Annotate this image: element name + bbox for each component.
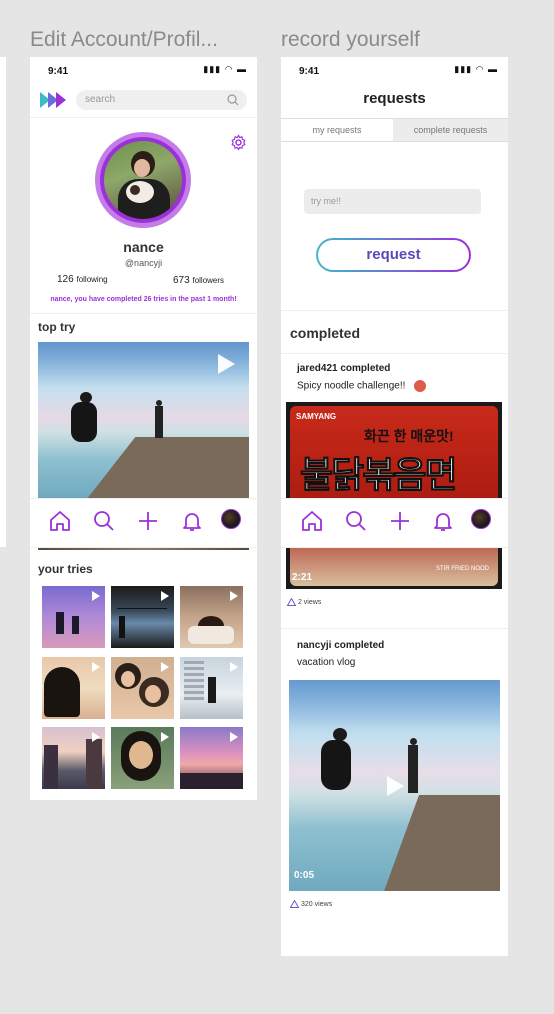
profile-header: search: [30, 85, 257, 118]
page-title: requests: [363, 90, 426, 107]
status-bar: 9:41 ▮▮▮ ◠ ▬: [30, 57, 257, 85]
frame-title-record: record yourself: [281, 28, 420, 51]
app-logo-icon[interactable]: [40, 92, 68, 108]
play-icon[interactable]: [218, 354, 235, 374]
video-duration: 0:05: [294, 870, 315, 881]
request-button-label: request: [318, 240, 469, 270]
plus-icon[interactable]: [136, 509, 160, 533]
completed-video[interactable]: 0:05: [289, 680, 500, 891]
hot-face-icon: [414, 380, 427, 392]
caption-text: Spicy noodle challenge!!: [297, 380, 406, 392]
profile-handle: @nancyji: [124, 258, 163, 268]
home-icon[interactable]: [48, 509, 72, 533]
package-side-text: STIR FRIED NOOD: [436, 566, 490, 572]
try-thumbnail[interactable]: [42, 657, 105, 719]
profile-screen: 9:41 ▮▮▮ ◠ ▬ search nance @nancyji 126 f…: [30, 57, 257, 800]
play-icon[interactable]: [230, 662, 238, 672]
completed-user-line: jared421 completed: [297, 363, 391, 374]
status-icons: ▮▮▮ ◠ ▬: [203, 64, 247, 74]
bell-icon[interactable]: [180, 509, 204, 533]
completed-heading: completed: [290, 325, 361, 341]
views-icon: [286, 597, 297, 606]
bell-icon[interactable]: [431, 509, 455, 533]
following-label: following: [76, 275, 108, 284]
completed-caption: vacation vlog: [297, 657, 356, 668]
package-top-text: 화끈 한 매운맛!: [364, 428, 454, 444]
your-tries-heading: your tries: [38, 562, 93, 576]
play-icon[interactable]: [92, 591, 100, 601]
bottom-nav: [30, 498, 257, 548]
status-time: 9:41: [48, 66, 69, 77]
try-thumbnail[interactable]: [180, 586, 243, 648]
following-stat[interactable]: 126 following: [57, 274, 108, 285]
play-icon[interactable]: [161, 591, 169, 601]
following-count: 126: [57, 274, 74, 285]
try-thumbnail[interactable]: [111, 586, 174, 648]
view-count: 320 views: [289, 899, 333, 908]
request-input[interactable]: try me!!: [304, 189, 481, 214]
play-icon[interactable]: [387, 776, 404, 796]
followers-count: 673: [173, 275, 190, 286]
view-count: 2 views: [286, 597, 322, 606]
avatar[interactable]: [221, 509, 241, 529]
try-thumbnail[interactable]: [111, 657, 174, 719]
request-input-placeholder: try me!!: [311, 196, 342, 206]
try-thumbnail[interactable]: [42, 727, 105, 789]
bottom-nav: [281, 498, 508, 548]
request-button[interactable]: request: [316, 238, 471, 272]
followers-stat[interactable]: 673 followers: [173, 275, 224, 286]
profile-avatar-ring: [95, 132, 191, 228]
avatar[interactable]: [471, 509, 491, 529]
tab-complete-requests[interactable]: complete requests: [393, 118, 508, 142]
views-text: 2 views: [297, 598, 322, 606]
search-bar[interactable]: search: [76, 90, 247, 110]
completed-user-line: nancyji completed: [297, 640, 385, 651]
try-thumbnail[interactable]: [111, 727, 174, 789]
search-icon[interactable]: [344, 509, 368, 533]
try-thumbnail[interactable]: [42, 586, 105, 648]
search-icon[interactable]: [92, 509, 116, 533]
package-main-text: 불닭볶음면: [300, 454, 459, 496]
play-icon[interactable]: [230, 591, 238, 601]
play-icon[interactable]: [230, 732, 238, 742]
video-duration: 2:21: [292, 572, 313, 583]
play-icon[interactable]: [161, 662, 169, 672]
completed-caption: Spicy noodle challenge!!: [297, 380, 427, 392]
requests-screen: 9:41 ▮▮▮ ◠ ▬ requests my requests comple…: [281, 57, 508, 956]
top-try-video[interactable]: [38, 342, 249, 498]
top-try-heading: top try: [38, 320, 76, 334]
status-bar: 9:41 ▮▮▮ ◠ ▬: [281, 57, 508, 85]
package-brand: SAMYANG: [296, 412, 337, 421]
play-icon[interactable]: [92, 732, 100, 742]
views-icon: [289, 899, 300, 908]
frame-title-profile: Edit Account/Profil...: [30, 28, 218, 51]
followers-label: followers: [192, 276, 225, 285]
try-thumbnail[interactable]: [180, 657, 243, 719]
views-text: 320 views: [300, 900, 333, 908]
completion-note: nance, you have completed 26 tries in th…: [50, 296, 237, 303]
profile-name: nance: [123, 239, 164, 255]
play-icon[interactable]: [92, 662, 100, 672]
search-placeholder: search: [85, 94, 116, 105]
play-icon[interactable]: [161, 732, 169, 742]
status-time: 9:41: [299, 66, 320, 77]
plus-icon[interactable]: [388, 509, 412, 533]
status-icons: ▮▮▮ ◠ ▬: [454, 64, 498, 74]
offscreen-frame-edge: [0, 57, 6, 547]
avatar[interactable]: [104, 141, 182, 219]
try-thumbnail[interactable]: [180, 727, 243, 789]
home-icon[interactable]: [300, 509, 324, 533]
completed-video[interactable]: SAMYANG 화끈 한 매운맛! 불닭볶음면 STIR FRIED NOOD …: [286, 402, 502, 589]
search-icon[interactable]: [227, 94, 239, 106]
tab-my-requests[interactable]: my requests: [281, 118, 393, 142]
gear-icon[interactable]: [230, 134, 247, 151]
